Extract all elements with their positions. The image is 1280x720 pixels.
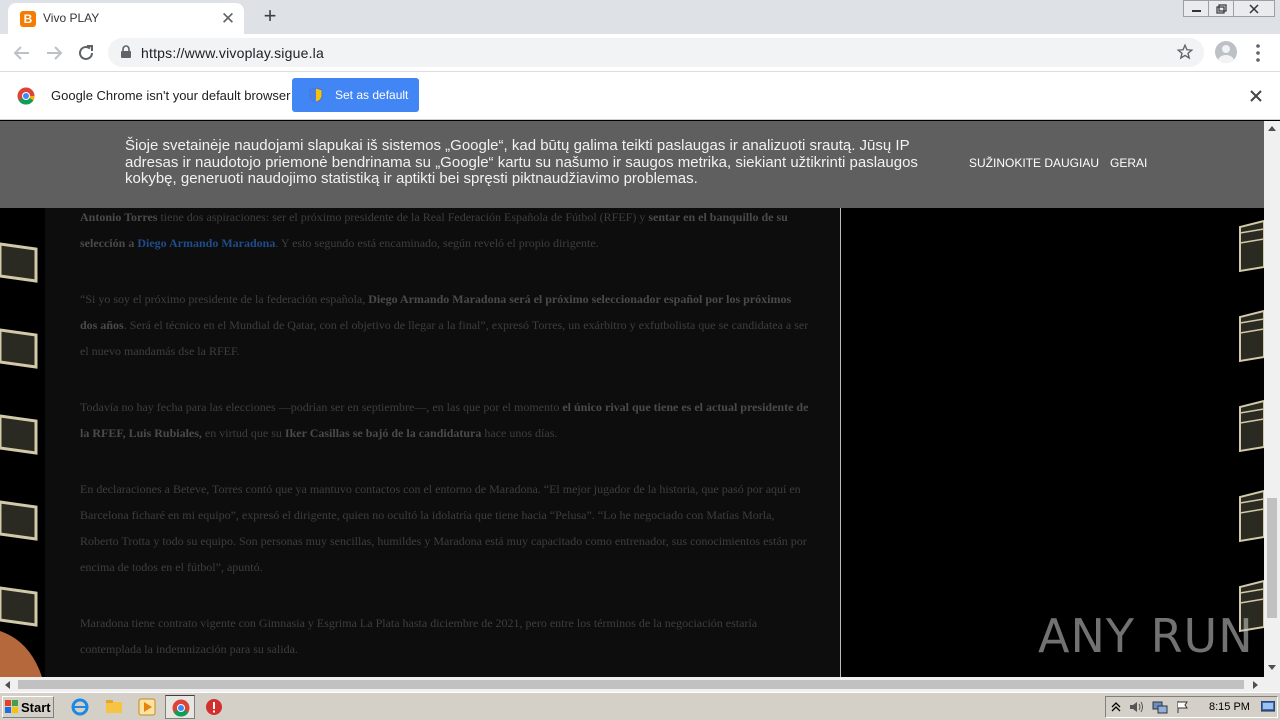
close-window-button[interactable] xyxy=(1233,0,1275,17)
article-paragraph-1: Antonio Torres tiene dos aspiraciones: s… xyxy=(80,204,810,256)
system-tray: 8:15 PM xyxy=(1105,696,1278,718)
scroll-left-icon[interactable] xyxy=(4,681,10,689)
start-label: Start xyxy=(21,700,51,715)
default-browser-infobar: Google Chrome isn't your default browser… xyxy=(0,72,1280,120)
address-bar[interactable]: https://www.vivoplay.sigue.la xyxy=(108,38,1204,67)
reload-icon[interactable] xyxy=(74,41,98,65)
clock[interactable]: 8:15 PM xyxy=(1209,701,1250,713)
article-paragraph-4: En declaraciones a Beteve, Torres contó … xyxy=(80,482,807,574)
text: . Y esto segundo está encaminado, según … xyxy=(275,236,599,250)
media-player-icon[interactable] xyxy=(138,698,156,716)
set-as-default-label: Set as default xyxy=(335,88,409,102)
tray-expand-icon[interactable] xyxy=(1111,701,1121,713)
text: hace unos días. xyxy=(481,426,558,440)
close-icon xyxy=(1249,4,1259,14)
screen: B Vivo PLAY ✕ + https://www.vivoplay.sig… xyxy=(0,0,1280,720)
text: “Si yo soy el próximo presidente de la f… xyxy=(80,292,369,306)
chrome-taskbar-button[interactable] xyxy=(165,695,195,719)
accept-cookies-button[interactable]: GERAI xyxy=(1110,156,1147,170)
bookmark-star-icon[interactable] xyxy=(1176,43,1194,61)
volume-icon[interactable] xyxy=(1129,700,1145,714)
cookie-banner-text: Šioje svetainėje naudojami slapukai iš s… xyxy=(125,137,918,187)
minimize-button[interactable] xyxy=(1183,0,1209,17)
bold-text: Antonio Torres xyxy=(80,210,158,224)
scroll-right-icon[interactable] xyxy=(1253,681,1259,689)
chrome-logo-icon xyxy=(17,87,35,105)
new-tab-icon[interactable]: + xyxy=(259,5,281,27)
minimize-icon xyxy=(1192,10,1201,12)
url-text[interactable]: https://www.vivoplay.sigue.la xyxy=(141,45,324,61)
horizontal-scroll-thumb[interactable] xyxy=(18,680,1244,689)
windows-taskbar: Start 8:15 PM xyxy=(0,692,1280,720)
infobar-close-icon[interactable] xyxy=(1247,87,1265,105)
cookie-consent-banner: Šioje svetainėje naudojami slapukai iš s… xyxy=(0,121,1264,208)
back-icon[interactable] xyxy=(10,41,34,65)
learn-more-link[interactable]: SUŽINOKITE DAUGIAU xyxy=(969,156,1099,170)
forward-icon[interactable] xyxy=(42,41,66,65)
start-button[interactable]: Start xyxy=(2,696,54,718)
infobar-message: Google Chrome isn't your default browser xyxy=(51,88,291,103)
horizontal-scrollbar[interactable] xyxy=(0,677,1264,692)
restore-icon xyxy=(1216,4,1227,14)
text: en virtud que su xyxy=(201,426,285,440)
stop-sign-icon[interactable] xyxy=(205,698,223,716)
tab-title: Vivo PLAY xyxy=(43,11,100,25)
action-center-flag-icon[interactable] xyxy=(1176,700,1190,714)
profile-avatar-icon[interactable] xyxy=(1215,41,1237,63)
windows-logo-icon xyxy=(5,700,18,713)
folder-icon[interactable] xyxy=(105,698,123,716)
shield-icon xyxy=(309,87,323,103)
article-paragraph-3: Todavía no hay fecha para las elecciones… xyxy=(80,394,810,446)
scroll-up-icon[interactable] xyxy=(1268,125,1276,131)
network-icon[interactable] xyxy=(1152,700,1168,714)
scroll-down-icon[interactable] xyxy=(1268,665,1276,671)
internet-explorer-icon[interactable] xyxy=(71,698,89,716)
text: Todavía no hay fecha para las elecciones… xyxy=(80,400,563,414)
show-desktop-icon[interactable] xyxy=(1261,701,1275,713)
browser-tab[interactable]: B Vivo PLAY ✕ xyxy=(8,3,244,34)
chrome-icon xyxy=(172,699,190,717)
set-as-default-button[interactable]: Set as default xyxy=(292,78,419,112)
vertical-scrollbar[interactable] xyxy=(1264,121,1280,677)
anyrun-watermark: ANY RUN xyxy=(1038,609,1254,663)
browser-toolbar: https://www.vivoplay.sigue.la xyxy=(0,34,1280,72)
bold-text: Iker Casillas se bajó de la candidatura xyxy=(284,426,482,440)
article-paragraph-2: “Si yo soy el próximo presidente de la f… xyxy=(80,286,810,364)
vertical-scroll-thumb[interactable] xyxy=(1267,498,1277,618)
lock-icon[interactable] xyxy=(120,45,132,59)
blogger-favicon-icon: B xyxy=(20,11,36,27)
chrome-menu-icon[interactable] xyxy=(1252,43,1264,63)
page-viewport: Antonio Torres tiene dos aspiraciones: s… xyxy=(0,121,1264,677)
maradona-link[interactable]: Diego Armando Maradona xyxy=(137,236,275,250)
restore-button[interactable] xyxy=(1208,0,1234,17)
tab-close-icon[interactable]: ✕ xyxy=(218,9,238,29)
scrollbar-corner xyxy=(1264,677,1280,692)
person-icon xyxy=(1218,45,1234,63)
text: tiene dos aspiraciones: ser el próximo p… xyxy=(157,210,649,224)
text: . Será el técnico en el Mundial de Qatar… xyxy=(80,318,809,358)
tab-strip: B Vivo PLAY ✕ + xyxy=(0,0,1280,34)
article-paragraph-5: Maradona tiene contrato vigente con Gimn… xyxy=(80,616,758,656)
